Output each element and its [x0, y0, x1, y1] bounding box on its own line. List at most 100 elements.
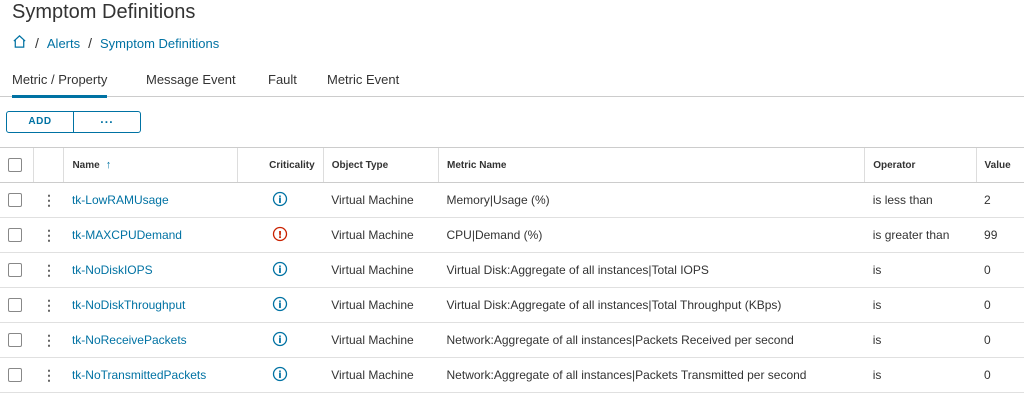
- vertical-ellipsis-icon[interactable]: ⋮: [42, 192, 56, 208]
- operator-cell: is less than: [864, 182, 977, 218]
- row-actions-cell: ⋮: [33, 322, 64, 358]
- symptom-name-link[interactable]: tk-NoDiskIOPS: [72, 263, 153, 277]
- breadcrumb: / Alerts / Symptom Definitions: [12, 34, 219, 52]
- vertical-ellipsis-icon[interactable]: ⋮: [42, 332, 56, 348]
- value-cell: 0: [976, 357, 1024, 393]
- table-row[interactable]: ⋮ tk-LowRAMUsage i Virtual Machine Memory|Us…: [0, 182, 1024, 218]
- value-cell: 0: [976, 287, 1024, 323]
- metric-name-column-header[interactable]: Metric Name: [438, 147, 865, 183]
- home-icon[interactable]: [12, 34, 27, 52]
- row-select-cell: [0, 357, 34, 393]
- symptom-table: Name ↑ Criticality Object Type Metric Nam…: [0, 147, 1024, 393]
- breadcrumb-alerts[interactable]: Alerts: [47, 36, 80, 51]
- operator-column-header[interactable]: Operator: [864, 147, 977, 183]
- object-type-cell: Virtual Machine: [323, 357, 439, 393]
- row-actions-cell: ⋮: [33, 357, 64, 393]
- info-icon: i: [273, 366, 288, 381]
- row-select-cell: [0, 252, 34, 288]
- value-cell: 0: [976, 252, 1024, 288]
- metric-name-cell: Virtual Disk:Aggregate of all instances|…: [438, 287, 865, 323]
- metric-name-cell: Network:Aggregate of all instances|Packe…: [438, 357, 865, 393]
- symptom-name-link[interactable]: tk-NoReceivePackets: [72, 333, 187, 347]
- symptom-name-link[interactable]: tk-LowRAMUsage: [72, 193, 169, 207]
- operator-cell: is: [864, 322, 977, 358]
- breadcrumb-separator: /: [35, 35, 39, 51]
- row-checkbox[interactable]: [8, 298, 22, 313]
- metric-name-cell: Virtual Disk:Aggregate of all instances|…: [438, 252, 865, 288]
- name-cell: tk-MAXCPUDemand: [63, 217, 238, 253]
- row-actions-cell: ⋮: [33, 182, 64, 218]
- name-cell: tk-LowRAMUsage: [63, 182, 238, 218]
- row-actions-cell: ⋮: [33, 252, 64, 288]
- breadcrumb-separator: /: [88, 35, 93, 51]
- row-select-cell: [0, 322, 34, 358]
- info-icon: i: [273, 331, 288, 346]
- svg-text:i: i: [279, 335, 282, 346]
- more-actions-button[interactable]: ···: [74, 112, 140, 132]
- row-checkbox[interactable]: [8, 263, 22, 278]
- metric-name-cell: CPU|Demand (%): [438, 217, 865, 253]
- symptom-name-link[interactable]: tk-NoDiskThroughput: [72, 298, 185, 312]
- svg-text:i: i: [279, 195, 282, 206]
- row-actions-cell: ⋮: [33, 287, 64, 323]
- criticality-column-header[interactable]: Criticality: [236, 147, 324, 183]
- table-row[interactable]: ⋮ tk-MAXCPUDemand! Virtual Machine CPU|Dema…: [0, 217, 1024, 253]
- object-type-cell: Virtual Machine: [323, 322, 439, 358]
- tab-message-event[interactable]: Message Event: [146, 72, 236, 95]
- criticality-cell: i: [237, 182, 324, 218]
- select-all-cell: [0, 147, 34, 183]
- info-icon: i: [273, 261, 288, 276]
- name-cell: tk-NoDiskIOPS: [63, 252, 238, 288]
- tab-metric-event[interactable]: Metric Event: [327, 72, 399, 95]
- object-type-cell: Virtual Machine: [323, 217, 439, 253]
- name-cell: tk-NoDiskThroughput: [63, 287, 238, 323]
- table-row[interactable]: ⋮ tk-NoDiskThroughput i Virtual Machine Virt…: [0, 287, 1024, 323]
- object-type-column-header[interactable]: Object Type: [322, 147, 439, 183]
- object-type-cell: Virtual Machine: [323, 287, 439, 323]
- critical-alert-icon: !: [273, 226, 288, 241]
- svg-text:!: !: [278, 230, 283, 241]
- table-row[interactable]: ⋮ tk-NoReceivePackets i Virtual Machine Netw…: [0, 322, 1024, 358]
- row-checkbox[interactable]: [8, 368, 22, 383]
- svg-text:i: i: [279, 265, 282, 276]
- metric-name-cell: Memory|Usage (%): [438, 182, 865, 218]
- svg-text:i: i: [279, 300, 282, 311]
- criticality-cell: i: [237, 252, 324, 288]
- svg-text:i: i: [279, 370, 282, 381]
- vertical-ellipsis-icon[interactable]: ⋮: [42, 262, 56, 278]
- add-button[interactable]: ADD: [7, 112, 74, 132]
- table-row[interactable]: ⋮ tk-NoTransmittedPackets i Virtual Machine…: [0, 357, 1024, 393]
- info-icon: i: [273, 296, 288, 311]
- row-select-cell: [0, 287, 34, 323]
- tab-fault[interactable]: Fault: [268, 72, 297, 95]
- breadcrumb-symptom-definitions[interactable]: Symptom Definitions: [100, 36, 219, 51]
- vertical-ellipsis-icon[interactable]: ⋮: [42, 227, 56, 243]
- arrow-up-icon[interactable]: ↑: [106, 159, 112, 171]
- name-cell: tk-NoReceivePackets: [63, 322, 238, 358]
- criticality-cell: i: [237, 357, 324, 393]
- tab-metric-property[interactable]: Metric / Property: [12, 72, 108, 98]
- vertical-ellipsis-icon[interactable]: ⋮: [42, 297, 56, 313]
- table-row[interactable]: ⋮ tk-NoDiskIOPS i Virtual Machine Virtual Di…: [0, 252, 1024, 288]
- row-checkbox[interactable]: [8, 228, 22, 243]
- metric-name-cell: Network:Aggregate of all instances|Packe…: [438, 322, 865, 358]
- value-cell: 99: [976, 217, 1024, 253]
- row-checkbox[interactable]: [8, 193, 22, 208]
- object-type-cell: Virtual Machine: [323, 252, 439, 288]
- criticality-cell: !: [237, 217, 324, 253]
- symptom-name-link[interactable]: tk-MAXCPUDemand: [72, 228, 182, 242]
- name-column-header[interactable]: Name ↑: [63, 147, 238, 183]
- operator-cell: is: [864, 357, 977, 393]
- row-select-cell: [0, 182, 34, 218]
- object-type-cell: Virtual Machine: [323, 182, 439, 218]
- value-column-header[interactable]: Value: [975, 147, 1024, 183]
- vertical-ellipsis-icon[interactable]: ⋮: [42, 367, 56, 383]
- row-actions-cell: ⋮: [33, 217, 64, 253]
- toolbar: ADD ···: [6, 111, 141, 133]
- operator-cell: is: [864, 252, 977, 288]
- symptom-name-link[interactable]: tk-NoTransmittedPackets: [72, 368, 206, 382]
- row-checkbox[interactable]: [8, 333, 22, 348]
- tab-bar: Metric / Property Message Event Fault Me…: [0, 62, 1024, 98]
- criticality-cell: i: [237, 287, 324, 323]
- select-all-checkbox[interactable]: [8, 158, 22, 172]
